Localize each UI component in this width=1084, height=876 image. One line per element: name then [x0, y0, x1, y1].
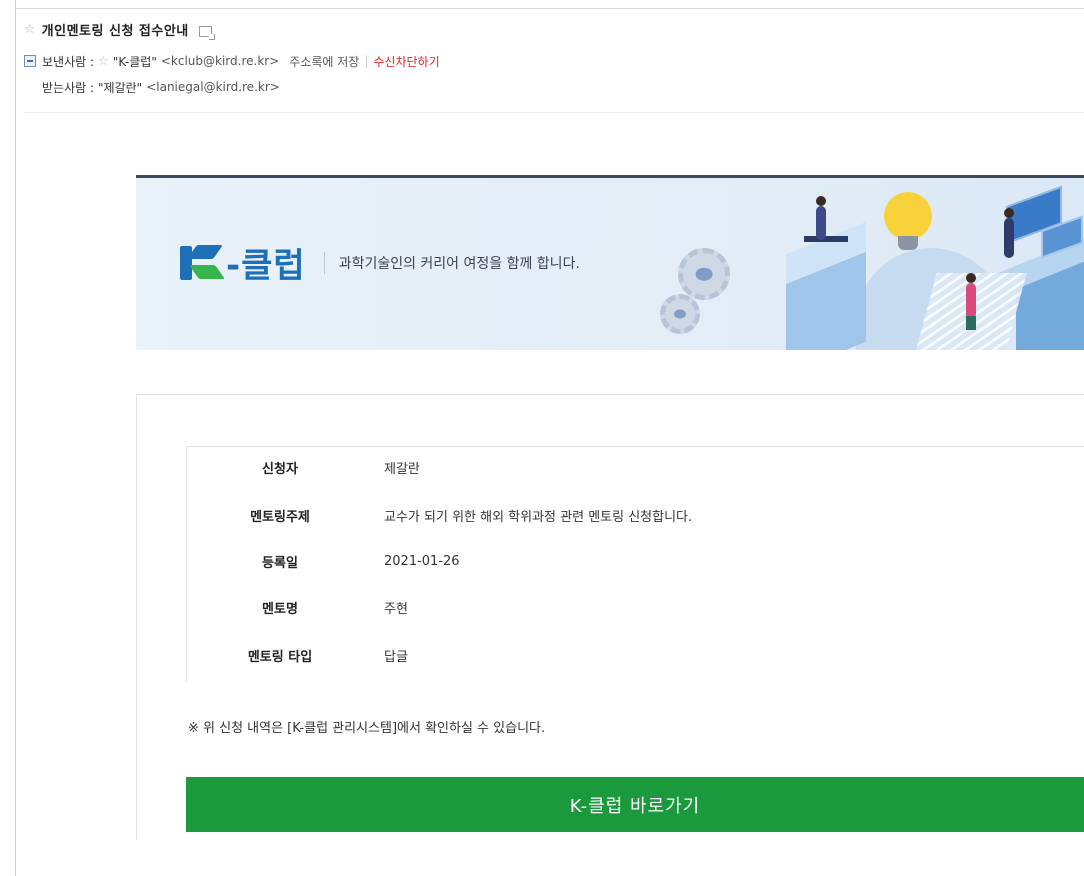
- banner-tagline: 과학기술인의 커리어 여정을 함께 합니다.: [338, 255, 580, 272]
- collapse-icon[interactable]: [24, 55, 36, 67]
- kclub-logo: -클럽 과학기술인의 커리어 여정을 함께 합니다.: [180, 238, 580, 287]
- kclub-banner: -클럽 과학기술인의 커리어 여정을 함께 합니다.: [136, 175, 1084, 350]
- save-contact-link[interactable]: 주소록에 저장: [289, 53, 359, 70]
- star-icon[interactable]: ☆: [24, 23, 36, 36]
- notice-text: ※ 위 신청 내역은 [K-클럽 관리시스템]에서 확인하실 수 있습니다.: [188, 721, 546, 736]
- sender-address[interactable]: <kclub@kird.re.kr>: [161, 54, 279, 68]
- detail-value: 제갈란: [384, 461, 420, 477]
- detail-row: 멘토링주제 교수가 되기 위한 해외 학위과정 관련 멘토링 신청합니다.: [187, 505, 1084, 525]
- header-divider: [24, 112, 1084, 113]
- detail-label: 신청자: [262, 461, 298, 477]
- lightbulb-icon: [884, 192, 932, 240]
- detail-value: 교수가 되기 위한 해외 학위과정 관련 멘토링 신청합니다.: [384, 509, 693, 525]
- detail-row: 등록일 2021-01-26: [187, 551, 1084, 571]
- detail-value: 답글: [384, 649, 408, 665]
- recipient-address[interactable]: <laniegal@kird.re.kr>: [146, 80, 280, 94]
- person-head: [1004, 208, 1014, 218]
- from-label: 보낸사람 :: [42, 54, 95, 69]
- detail-row: 신청자 제갈란: [187, 457, 1084, 477]
- gear-icon: [678, 248, 730, 300]
- recipient-name[interactable]: "제갈란": [98, 79, 142, 96]
- separator: |: [364, 54, 369, 68]
- from-row: 보낸사람 : ☆ "K-클럽" <kclub@kird.re.kr> 주소록에 …: [24, 52, 440, 70]
- subject-row: ☆ 개인멘토링 신청 접수안내: [24, 20, 215, 40]
- detail-row: 멘토명 주현: [187, 597, 1084, 617]
- popout-icon[interactable]: [198, 25, 215, 40]
- to-label: 받는사람 :: [42, 80, 95, 95]
- person-head: [816, 196, 826, 206]
- email-subject: 개인멘토링 신청 접수안내: [41, 23, 189, 39]
- top-divider: [15, 8, 1084, 9]
- lightbulb-base: [898, 236, 918, 250]
- detail-row: 멘토링 타입 답글: [187, 645, 1084, 665]
- person-illustration: [1004, 218, 1014, 258]
- gear-icon: [660, 294, 700, 334]
- detail-label: 멘토링주제: [250, 509, 310, 525]
- detail-value: 주현: [384, 601, 408, 617]
- sender-name[interactable]: "K-클럽": [113, 53, 157, 70]
- application-details: 신청자 제갈란 멘토링주제 교수가 되기 위한 해외 학위과정 관련 멘토링 신…: [186, 446, 1084, 682]
- person-illustration: [966, 283, 976, 319]
- detail-label: 멘토링 타입: [247, 649, 313, 665]
- detail-value: 2021-01-26: [384, 553, 460, 569]
- detail-label: 멘토명: [262, 601, 298, 617]
- sender-star-icon[interactable]: ☆: [98, 54, 109, 68]
- desk-illustration: [804, 236, 848, 242]
- kclub-shortcut-button[interactable]: K-클럽 바로가기: [186, 777, 1084, 832]
- to-row: 받는사람 : "제갈란" <laniegal@kird.re.kr>: [42, 78, 280, 96]
- k-logo-icon: [180, 243, 225, 283]
- logo-divider: [323, 251, 325, 274]
- person-illustration: [816, 206, 826, 240]
- detail-label: 등록일: [262, 555, 298, 571]
- person-legs: [966, 316, 976, 330]
- logo-text: -클럽: [226, 246, 306, 286]
- person-head: [966, 273, 976, 283]
- block-sender-link[interactable]: 수신차단하기: [373, 53, 439, 70]
